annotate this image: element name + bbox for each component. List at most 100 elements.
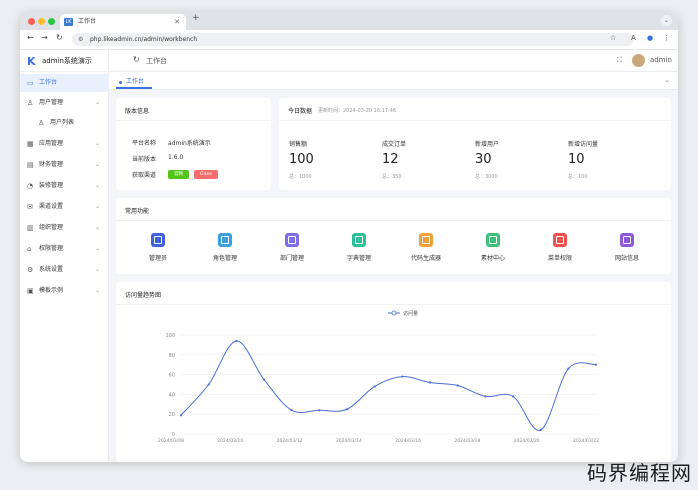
sidebar-item-8[interactable]: ⌂ 权限管理 ⌄ (20, 240, 109, 258)
x-tick-label: 2024/03/18 (454, 438, 480, 444)
sidebar-item-10[interactable]: ▣ 模板示例 ⌄ (20, 282, 109, 300)
gitee-button[interactable]: Gitee (194, 170, 218, 179)
site-settings-icon[interactable]: ⚙ (78, 33, 83, 46)
data-point (262, 378, 266, 381)
x-tick-label: 2024/03/16 (395, 438, 421, 444)
data-point (401, 375, 404, 378)
brand-name: admin系统演示 (42, 57, 92, 65)
avatar[interactable] (631, 53, 646, 68)
decorate-icon: ◔ (27, 182, 34, 190)
sidebar-item-0[interactable]: ▭ 工作台 (20, 74, 109, 92)
x-tick-label: 2024/03/10 (217, 438, 243, 444)
maximize-window-icon[interactable] (48, 18, 55, 25)
more-icon[interactable]: ⋮ (663, 34, 670, 42)
brand[interactable]: K admin系统演示 (20, 50, 108, 72)
refresh-icon[interactable]: ↻ (133, 55, 140, 64)
function-code[interactable]: 代码生成器 (396, 233, 456, 262)
function-label: 管理员 (148, 255, 167, 262)
sidebar-item-1[interactable]: ♙ 用户管理 ⌄ (20, 94, 109, 112)
y-tick-label: 40 (169, 392, 175, 398)
version-key-platform: 平台名称 (132, 140, 157, 147)
browser-tab[interactable]: LK 工作台 ✕ (60, 14, 186, 30)
sidebar-item-6[interactable]: ✉ 渠道设置 ⌄ (20, 198, 109, 216)
legend-label[interactable]: 访问量 (403, 310, 418, 317)
function-admin[interactable]: 管理员 (128, 233, 188, 262)
stat-value: 100 (289, 152, 314, 167)
data-point (567, 367, 570, 370)
sidebar-item-9[interactable]: ⚙ 系统设置 ⌄ (20, 261, 109, 279)
url-input[interactable]: ⚙ php.likeadmin.cn/admin/workbench (72, 33, 634, 46)
function-label: 菜单权限 (547, 255, 572, 262)
chevron-down-icon: ⌄ (94, 161, 100, 168)
chevron-down-icon[interactable]: ⌄ (661, 15, 672, 26)
sidebar-item-2[interactable]: ♙ 用户列表 (20, 114, 109, 132)
forward-icon[interactable]: → (41, 33, 48, 42)
x-tick-label: 2024/03/08 (158, 438, 184, 444)
website-icon (620, 233, 634, 247)
user-icon: ♙ (38, 119, 45, 127)
material-icon (486, 233, 500, 247)
functions-card: 常用功能 管理员 角色管理 部门管理 字典管理 代码生成器 素材中心 菜单权限 网站信息 (116, 198, 671, 274)
sidebar: K admin系统演示 ▭ 工作台 ♙ 用户管理 ⌄ ♙ 用户列表 ▦ 应用管理 ⌄ ▤ 财务管理 ⌄ ◔… (20, 50, 109, 462)
stat-total: 总：100 (568, 174, 588, 180)
gear-icon: ⚙ (27, 266, 34, 274)
function-department[interactable]: 部门管理 (262, 233, 322, 262)
sidebar-item-5[interactable]: ◔ 装修管理 ⌄ (20, 177, 109, 195)
sidebar-item-4[interactable]: ▤ 财务管理 ⌄ (20, 156, 109, 174)
org-icon: ▥ (27, 224, 34, 232)
fullscreen-icon[interactable]: ⛶ (617, 56, 622, 65)
function-label: 字典管理 (346, 255, 371, 262)
function-label: 网站信息 (614, 255, 639, 262)
functions-title: 常用功能 (125, 208, 150, 215)
sidebar-item-3[interactable]: ▦ 应用管理 ⌄ (20, 135, 109, 153)
monitor-icon: ▭ (27, 79, 34, 87)
data-point (594, 363, 598, 366)
browser-window: LK 工作台 ✕ + ⌄ ← → ↻ ⚙ php.likeadmin.cn/ad… (20, 12, 678, 462)
back-icon[interactable]: ← (27, 33, 34, 42)
y-tick-label: 60 (169, 373, 175, 379)
menu-icon (553, 233, 567, 247)
profile-icon[interactable]: ● (647, 34, 653, 42)
breadcrumb[interactable]: 工作台 (146, 56, 167, 66)
stat-label: 销售额 (289, 141, 308, 148)
x-tick-label: 2024/03/12 (277, 438, 303, 444)
favicon-icon: LK (64, 18, 73, 26)
close-window-icon[interactable] (28, 18, 35, 25)
main-content: 版本信息 平台名称 admin系统演示 当前版本 1.6.0 获取渠道 官网 G… (109, 90, 678, 462)
function-material[interactable]: 素材中心 (463, 233, 523, 262)
function-role[interactable]: 角色管理 (195, 233, 255, 262)
chevron-down-icon: ⌄ (94, 224, 100, 231)
chevron-down-icon: ⌄ (94, 182, 100, 189)
sidebar-item-label: 渠道设置 (39, 203, 64, 210)
translate-icon[interactable]: A (631, 34, 636, 42)
sidebar-item-label: 装修管理 (39, 182, 64, 189)
minimize-window-icon[interactable] (38, 18, 45, 25)
function-dictionary[interactable]: 字典管理 (329, 233, 389, 262)
stat-total: 总：350 (382, 174, 402, 180)
sidebar-item-label: 财务管理 (39, 161, 64, 168)
function-menu[interactable]: 菜单权限 (530, 233, 590, 262)
y-tick-label: 80 (169, 353, 175, 359)
user-chevron-icon[interactable]: ⌄ (667, 58, 671, 64)
data-point (456, 384, 459, 387)
reload-icon[interactable]: ↻ (56, 33, 63, 42)
official-site-button[interactable]: 官网 (168, 170, 189, 179)
function-website[interactable]: 网站信息 (597, 233, 657, 262)
tabs-chevron-down-icon[interactable]: ⌄ (664, 76, 670, 84)
role-icon (218, 233, 232, 247)
code-icon (419, 233, 433, 247)
y-tick-label: 100 (165, 333, 175, 339)
version-title: 版本信息 (125, 108, 150, 115)
chevron-down-icon: ⌄ (94, 266, 100, 273)
bookmark-star-icon[interactable]: ☆ (610, 34, 616, 42)
stat-total: 总：3000 (475, 174, 498, 180)
x-tick-label: 2024/03/20 (514, 438, 540, 444)
data-point (484, 395, 487, 398)
version-card: 版本信息 平台名称 admin系统演示 当前版本 1.6.0 获取渠道 官网 G… (116, 98, 271, 190)
new-tab-icon[interactable]: + (192, 13, 200, 23)
template-icon: ▣ (27, 287, 34, 295)
tab-workbench[interactable]: 工作台 (116, 75, 153, 89)
y-tick-label: 20 (169, 412, 175, 418)
close-tab-icon[interactable]: ✕ (174, 14, 180, 30)
sidebar-item-7[interactable]: ▥ 组织管理 ⌄ (20, 219, 109, 237)
